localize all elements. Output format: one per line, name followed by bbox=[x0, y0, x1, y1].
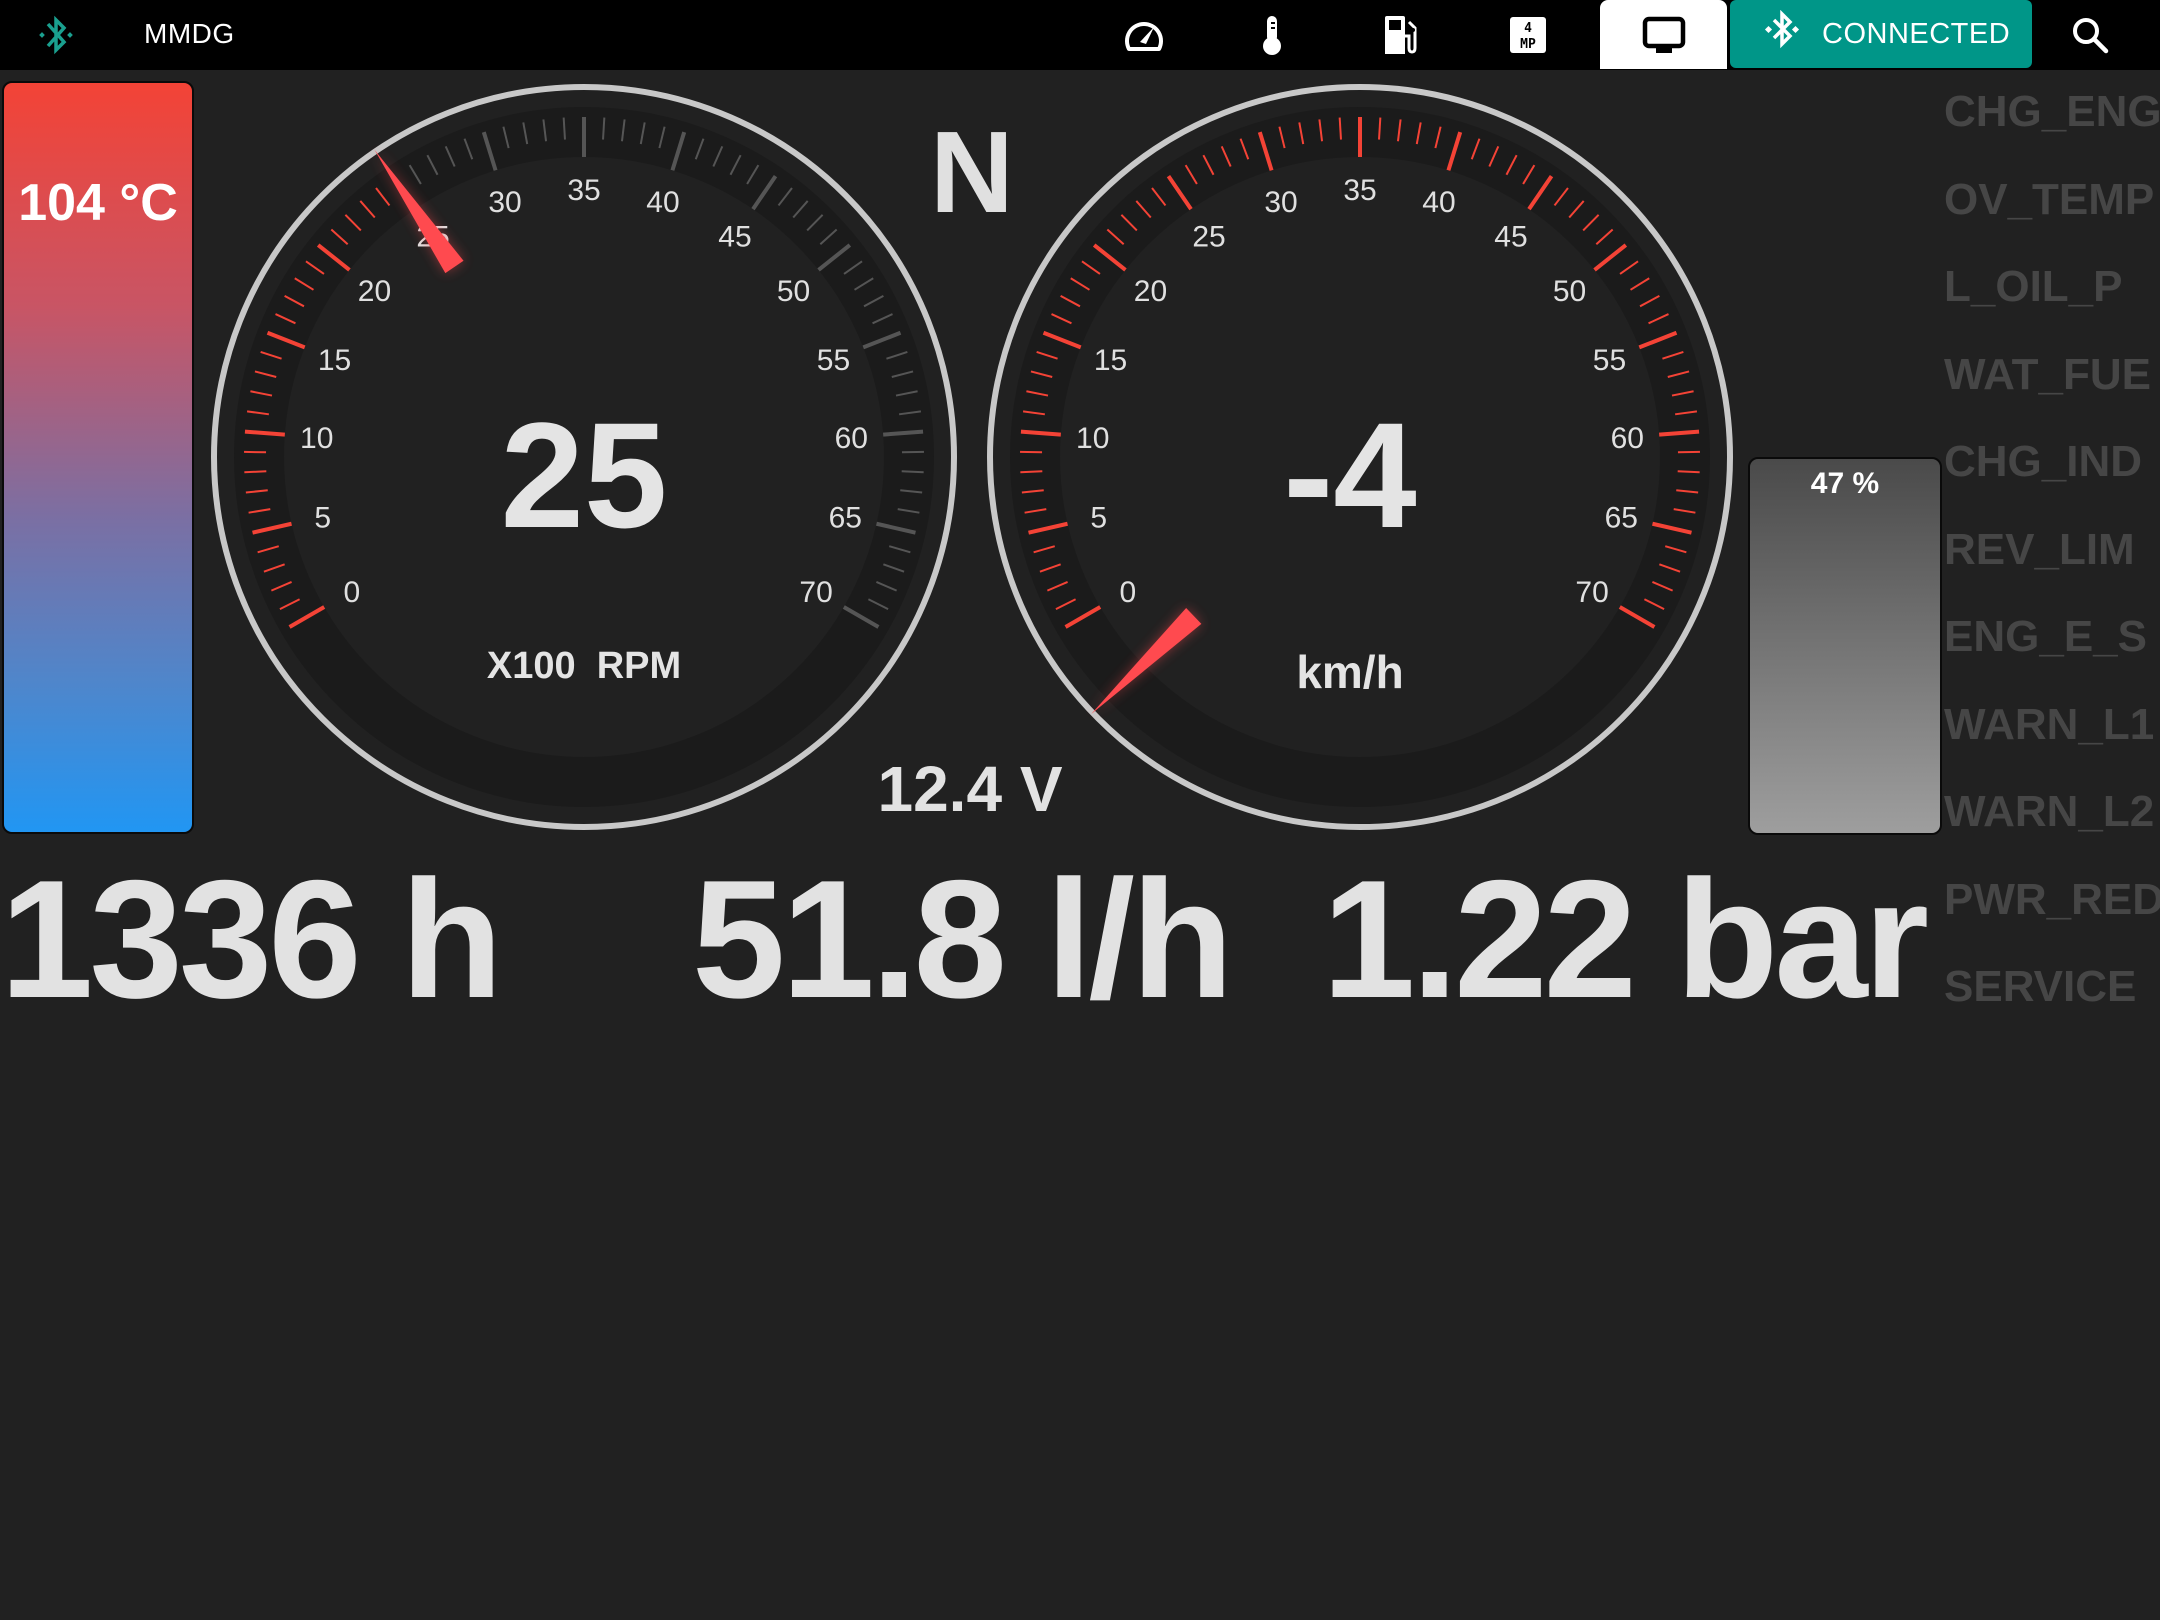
gauge-tick-label: 15 bbox=[318, 344, 351, 377]
gauge-minor-tick bbox=[1378, 117, 1382, 140]
tachometer-unit-label: X100 RPM bbox=[486, 645, 682, 687]
warning-indicator: WARN_L2 bbox=[1944, 788, 2155, 836]
gauge-minor-tick bbox=[1677, 470, 1700, 474]
gauge-tick-label: 65 bbox=[829, 502, 862, 535]
gauge-tick-label: 0 bbox=[1120, 576, 1137, 609]
fuel-level-value: 47 % bbox=[1810, 467, 1880, 500]
engine-hours-readout: 1336 h bbox=[0, 845, 503, 1033]
battery-voltage: 12.4 V bbox=[877, 753, 1063, 825]
gauge-tick-label: 45 bbox=[1494, 221, 1527, 254]
tachometer-value: 25 bbox=[500, 391, 668, 559]
gauge-tick-label: 70 bbox=[1575, 576, 1608, 609]
gauge-tick-label: 25 bbox=[1192, 221, 1225, 254]
warning-indicator: REV_LIM bbox=[1944, 525, 2135, 574]
gauge-tick-label: 60 bbox=[835, 422, 868, 455]
warning-indicator: OV_TEMP bbox=[1944, 175, 2155, 224]
gauge-tick-label: 5 bbox=[314, 502, 331, 535]
gauge-tick-label: 0 bbox=[344, 576, 361, 609]
speedometer-unit-label: km/h bbox=[1296, 646, 1404, 698]
gauge-tick-label: 40 bbox=[1422, 186, 1455, 219]
pressure-readout: 1.22 bar bbox=[1322, 845, 1929, 1033]
warning-indicator: WARN_L1 bbox=[1944, 700, 2155, 749]
warning-indicator: PWR_RED bbox=[1944, 875, 2160, 924]
gauge-tick-label: 35 bbox=[1343, 174, 1376, 207]
gear-indicator: N bbox=[930, 107, 1014, 237]
fuel-level-bar: 47 % bbox=[1748, 457, 1942, 835]
gauge-tick-label: 10 bbox=[1076, 422, 1109, 455]
warning-indicator: L_OIL_P bbox=[1944, 263, 2123, 311]
gauge-tick-label: 15 bbox=[1094, 344, 1127, 377]
gauge-tick-label: 55 bbox=[817, 344, 850, 377]
gauge-tick-label: 45 bbox=[718, 221, 751, 254]
gauge-tick-label: 20 bbox=[1134, 275, 1167, 308]
fuel-rate-readout: 51.8 l/h bbox=[692, 845, 1234, 1033]
warning-indicator: CHG_IND bbox=[1944, 438, 2143, 486]
gauge-tick-label: 35 bbox=[567, 174, 600, 207]
gauge-tick-label: 40 bbox=[646, 186, 679, 219]
warning-indicator: CHG_ENG bbox=[1944, 88, 2160, 136]
gauge-tick-label: 60 bbox=[1611, 422, 1644, 455]
warning-indicator-list: CHG_ENG OV_TEMP L_OIL_P WAT_FUE CHG_IND … bbox=[1944, 88, 2160, 1051]
gauge-minor-tick bbox=[602, 117, 606, 140]
gauge-tick-label: 5 bbox=[1090, 502, 1107, 535]
gauge-tick-label: 30 bbox=[488, 186, 521, 219]
gauge-tick-label: 30 bbox=[1264, 186, 1297, 219]
gauge-tick-label: 55 bbox=[1593, 344, 1626, 377]
gauge-tick-label: 50 bbox=[1553, 275, 1586, 308]
warning-indicator: WAT_FUE bbox=[1944, 350, 2151, 399]
gauge-minor-tick bbox=[1020, 470, 1043, 474]
warning-indicator: ENG_E_S bbox=[1944, 613, 2147, 661]
gauge-tick-label: 10 bbox=[300, 422, 333, 455]
speedometer-value: -4 bbox=[1283, 391, 1417, 559]
gauge-minor-tick bbox=[1338, 117, 1342, 140]
gauge-tick-label: 20 bbox=[358, 275, 391, 308]
gauge-minor-tick bbox=[901, 470, 924, 474]
gauge-minor-tick bbox=[244, 470, 267, 474]
gauge-tick-label: 50 bbox=[777, 275, 810, 308]
warning-indicator: SERVICE bbox=[1944, 963, 2137, 1011]
gauge-tick-label: 70 bbox=[799, 576, 832, 609]
gauge-tick-label: 65 bbox=[1605, 502, 1638, 535]
gauge-minor-tick bbox=[562, 117, 566, 140]
